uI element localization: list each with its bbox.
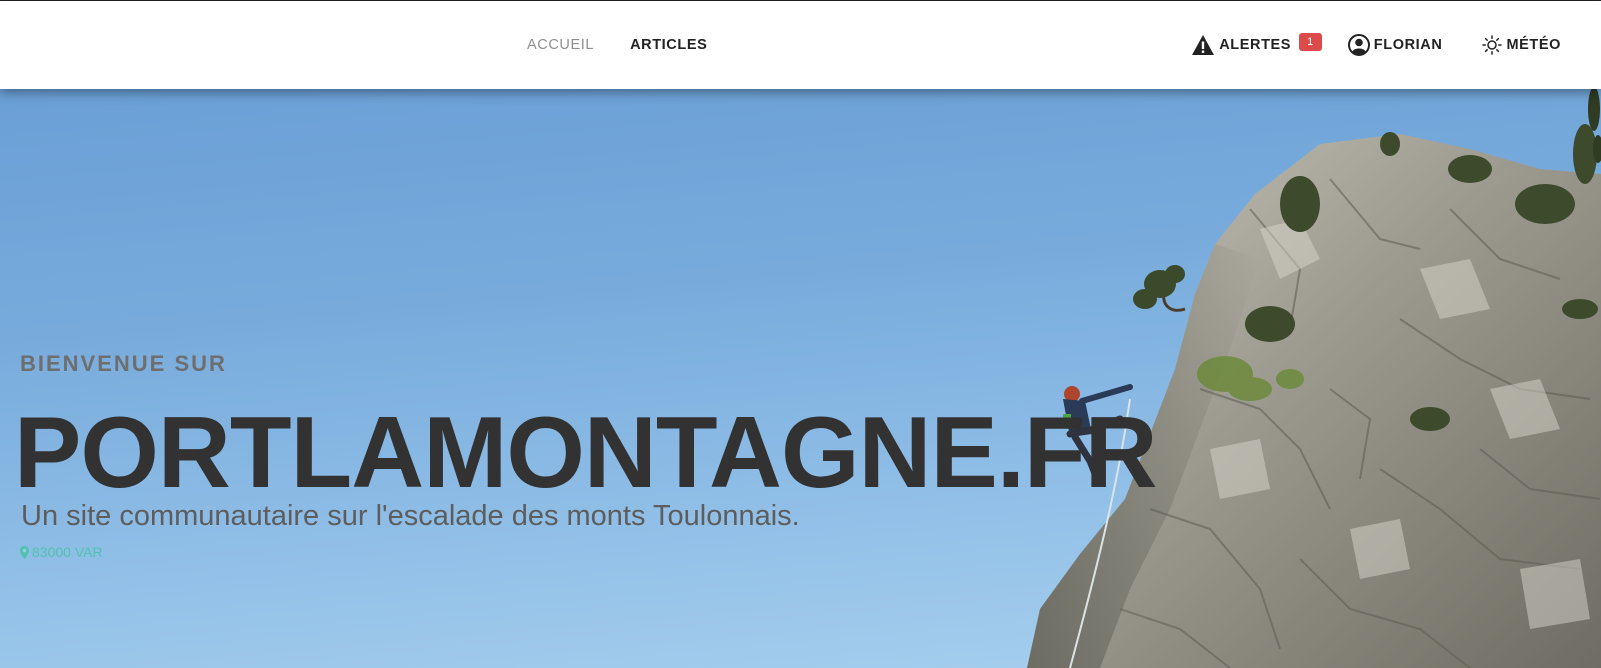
nav-user-label: FLORIAN (1373, 37, 1443, 53)
nav-home-link[interactable]: ACCUEIL (527, 37, 594, 53)
alerts-count-badge: 1 (1299, 33, 1322, 51)
hero-title: PORTLAMONTAGNE.FR (14, 397, 1158, 509)
hero-text: BIENVENUE SUR PORTLAMONTAGNE.FR Un site … (0, 89, 1601, 668)
sun-icon (1482, 35, 1503, 55)
nav-alerts[interactable]: ALERTES 1 (1191, 33, 1322, 56)
user-circle-icon (1347, 34, 1370, 56)
user-nav: ALERTES 1 FLORIAN MÉTÉO (1191, 1, 1561, 89)
hero-section: BIENVENUE SUR PORTLAMONTAGNE.FR Un site … (0, 89, 1601, 668)
nav-user[interactable]: FLORIAN (1347, 34, 1443, 56)
navbar: ACCUEIL ARTICLES ALERTES 1 FLORIAN MÉTÉO (0, 1, 1601, 89)
nav-articles-link[interactable]: ARTICLES (630, 37, 707, 53)
hero-location-text: 83000 VAR (32, 544, 103, 560)
hero-location: 83000 VAR (20, 544, 103, 560)
warning-icon (1192, 35, 1215, 55)
map-pin-icon (20, 545, 29, 559)
main-nav: ACCUEIL ARTICLES (527, 1, 707, 89)
nav-weather[interactable]: MÉTÉO (1482, 35, 1561, 55)
nav-alerts-label: ALERTES (1219, 37, 1292, 53)
hero-subtitle: Un site communautaire sur l'escalade des… (21, 500, 800, 532)
hero-kicker: BIENVENUE SUR (20, 351, 227, 376)
nav-weather-label: MÉTÉO (1506, 37, 1561, 53)
